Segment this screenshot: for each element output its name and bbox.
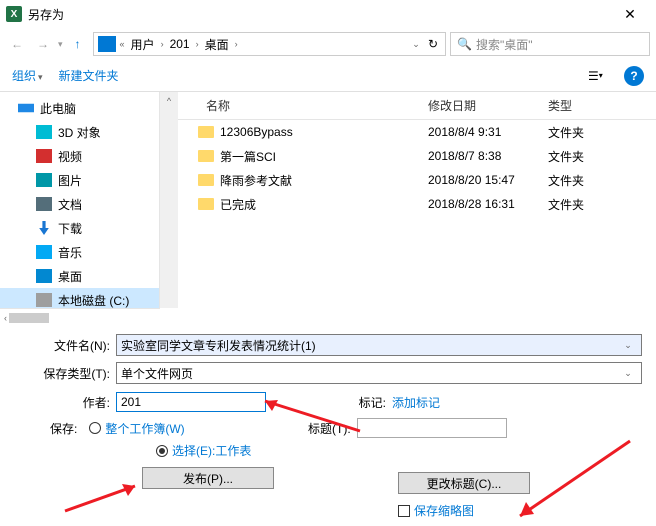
pc-icon — [18, 101, 34, 115]
sidebar-item-music[interactable]: 音乐 — [0, 240, 159, 264]
desktop-icon — [36, 269, 52, 283]
change-title-button[interactable]: 更改标题(C)... — [398, 472, 530, 494]
publish-button[interactable]: 发布(P)... — [142, 467, 274, 489]
3d-icon — [36, 125, 52, 139]
radio-sheet[interactable] — [156, 445, 168, 457]
close-button[interactable]: ✕ — [610, 2, 650, 26]
table-row[interactable]: 降雨参考文献 2018/8/20 15:47 文件夹 — [178, 168, 656, 192]
view-options[interactable]: ☰ ▾ — [588, 68, 608, 84]
title-label: 标题(T): — [305, 420, 357, 437]
add-tag-link[interactable]: 添加标记 — [392, 394, 440, 411]
window-title: 另存为 — [28, 6, 610, 23]
author-input[interactable]: 201 — [116, 392, 266, 412]
author-label: 作者: — [14, 394, 116, 411]
video-icon — [36, 149, 52, 163]
organize-button[interactable]: 组织▾ — [12, 67, 43, 84]
table-row[interactable]: 已完成 2018/8/28 16:31 文件夹 — [178, 192, 656, 216]
sidebar-item-documents[interactable]: 文档 — [0, 192, 159, 216]
thumbnail-checkbox[interactable] — [398, 505, 410, 517]
sidebar-item-this-pc[interactable]: 此电脑 — [0, 96, 159, 120]
excel-icon: X — [6, 6, 22, 22]
breadcrumb-part[interactable]: 201 — [166, 37, 194, 51]
sidebar-item-desktop[interactable]: 桌面 — [0, 264, 159, 288]
thumbnail-label[interactable]: 保存缩略图 — [414, 502, 474, 519]
folder-icon — [198, 198, 214, 210]
breadcrumb[interactable]: « 用户 › 201 › 桌面 › ⌄ ↻ — [93, 32, 446, 56]
navbar: ← → ▾ ↑ « 用户 › 201 › 桌面 › ⌄ ↻ 🔍 搜索"桌面" — [0, 28, 656, 60]
file-list: 名称 修改日期 类型 12306Bypass 2018/8/4 9:31 文件夹… — [178, 92, 656, 308]
folder-icon — [198, 150, 214, 162]
refresh-icon[interactable]: ↻ — [425, 37, 441, 51]
filetype-label: 保存类型(T): — [14, 365, 116, 382]
search-icon: 🔍 — [457, 37, 472, 51]
title-input[interactable] — [357, 418, 507, 438]
file-scroll-up[interactable]: ^ — [160, 92, 178, 308]
annotation-arrow — [60, 476, 150, 516]
search-placeholder: 搜索"桌面" — [476, 36, 533, 53]
sidebar-item-videos[interactable]: 视频 — [0, 144, 159, 168]
sidebar-hscroll[interactable]: ‹ — [0, 308, 160, 326]
sidebar: 此电脑 3D 对象 视频 图片 文档 下载 音乐 桌面 本地磁盘 (C:) — [0, 92, 160, 308]
picture-icon — [36, 173, 52, 187]
col-type[interactable]: 类型 — [548, 97, 656, 114]
col-date[interactable]: 修改日期 — [428, 97, 548, 114]
table-row[interactable]: 12306Bypass 2018/8/4 9:31 文件夹 — [178, 120, 656, 144]
chevron-right-icon: › — [159, 39, 166, 49]
breadcrumb-part[interactable]: 用户 — [127, 36, 159, 53]
radio-workbook[interactable] — [89, 422, 101, 434]
nav-history-chevron[interactable]: ▾ — [58, 39, 63, 50]
col-name[interactable]: 名称 — [178, 97, 428, 114]
chevron-right-icon[interactable]: « — [118, 39, 127, 49]
radio-workbook-label[interactable]: 整个工作簿(W) — [105, 420, 184, 437]
tag-label: 标记: — [340, 394, 392, 411]
chevron-right-icon: › — [233, 39, 240, 49]
sidebar-item-disk-c[interactable]: 本地磁盘 (C:) — [0, 288, 159, 308]
chevron-down-icon[interactable]: ⌄ — [619, 340, 637, 351]
nav-forward[interactable]: → — [32, 33, 54, 55]
nav-back[interactable]: ← — [6, 33, 28, 55]
titlebar: X 另存为 ✕ — [0, 0, 656, 28]
download-icon — [36, 221, 52, 235]
sidebar-item-pictures[interactable]: 图片 — [0, 168, 159, 192]
search-input[interactable]: 🔍 搜索"桌面" — [450, 32, 650, 56]
disk-icon — [36, 293, 52, 307]
chevron-right-icon: › — [194, 39, 201, 49]
save-form: 文件名(N): 实验室同学文章专利发表情况统计(1)⌄ 保存类型(T): 单个文… — [0, 326, 656, 497]
save-scope-label: 保存: — [50, 420, 83, 437]
nav-up[interactable]: ↑ — [67, 33, 89, 55]
sidebar-item-downloads[interactable]: 下载 — [0, 216, 159, 240]
music-icon — [36, 245, 52, 259]
pc-icon — [98, 36, 116, 52]
breadcrumb-dropdown[interactable]: ⌄ — [407, 39, 425, 50]
table-row[interactable]: 第一篇SCI 2018/8/7 8:38 文件夹 — [178, 144, 656, 168]
filename-input[interactable]: 实验室同学文章专利发表情况统计(1)⌄ — [116, 334, 642, 356]
radio-sheet-label[interactable]: 选择(E):工作表 — [172, 442, 251, 459]
breadcrumb-part[interactable]: 桌面 — [201, 36, 233, 53]
new-folder-button[interactable]: 新建文件夹 — [59, 67, 119, 84]
filename-label: 文件名(N): — [14, 337, 116, 354]
sidebar-item-3d-objects[interactable]: 3D 对象 — [0, 120, 159, 144]
toolbar: 组织▾ 新建文件夹 ☰ ▾ ? — [0, 60, 656, 92]
filetype-select[interactable]: 单个文件网页⌄ — [116, 362, 642, 384]
document-icon — [36, 197, 52, 211]
folder-icon — [198, 174, 214, 186]
help-icon[interactable]: ? — [624, 66, 644, 86]
file-list-header: 名称 修改日期 类型 — [178, 92, 656, 120]
folder-icon — [198, 126, 214, 138]
chevron-down-icon[interactable]: ⌄ — [619, 368, 637, 379]
